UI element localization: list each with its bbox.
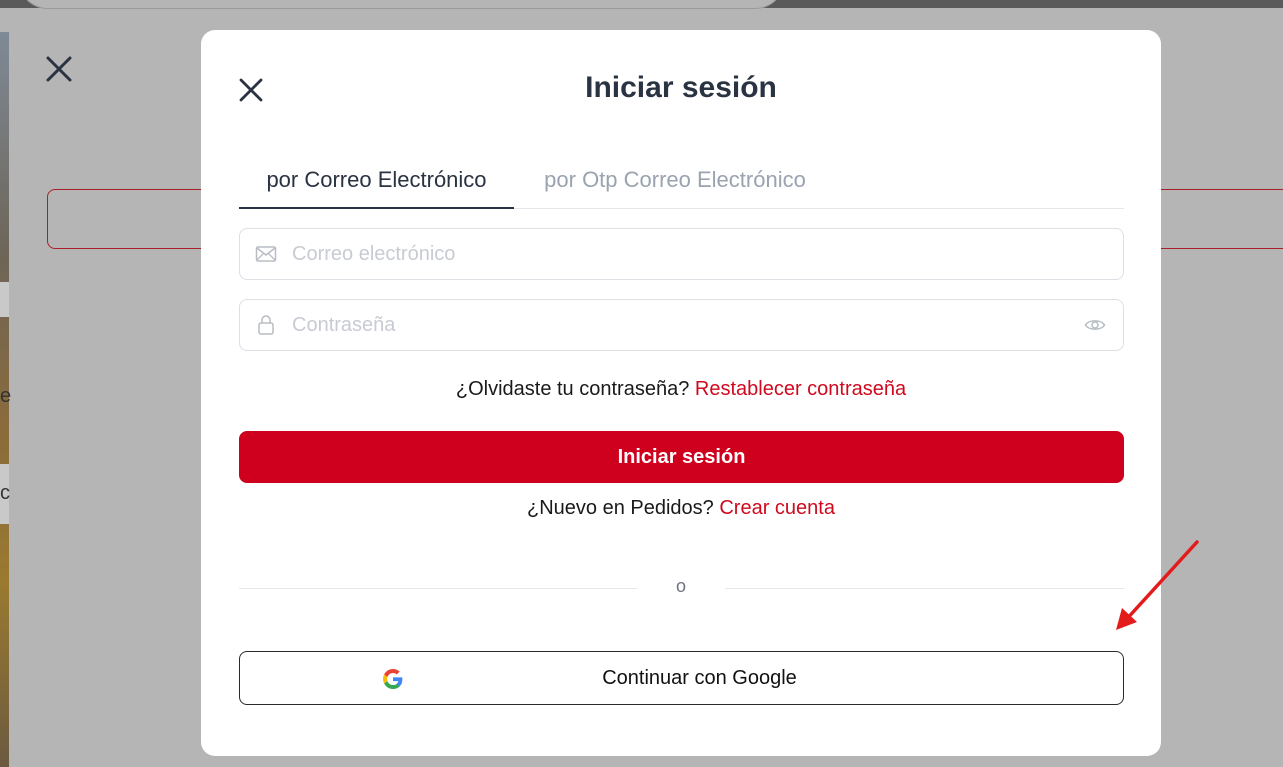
login-method-tabs: por Correo Electrónico por Otp Correo El…: [239, 152, 1124, 209]
tab-otp-email[interactable]: por Otp Correo Electrónico: [533, 152, 817, 208]
background-search-bar: [18, 0, 785, 9]
login-modal: Iniciar sesión por Correo Electrónico po…: [201, 30, 1161, 756]
close-icon[interactable]: [44, 54, 74, 84]
signup-text: ¿Nuevo en Pedidos?: [527, 497, 714, 519]
envelope-icon: [255, 243, 277, 265]
tab-email[interactable]: por Correo Electrónico: [239, 152, 514, 209]
password-field: [239, 299, 1124, 351]
forgot-password-text: ¿Olvidaste tu contraseña?: [455, 378, 690, 400]
google-button-label: Continuar con Google: [602, 667, 797, 689]
password-input[interactable]: [290, 304, 1083, 346]
email-input[interactable]: [290, 233, 1123, 275]
create-account-link[interactable]: Crear cuenta: [719, 497, 835, 519]
signup-row: ¿Nuevo en Pedidos? Crear cuenta: [201, 497, 1161, 520]
forgot-password-row: ¿Olvidaste tu contraseña? Restablecer co…: [201, 378, 1161, 401]
eye-icon[interactable]: [1083, 313, 1107, 337]
divider-line: [239, 588, 637, 589]
divider-text: o: [675, 576, 686, 596]
lock-icon: [255, 314, 277, 336]
login-button[interactable]: Iniciar sesión: [239, 431, 1124, 483]
google-signin-button[interactable]: Continuar con Google: [239, 651, 1124, 705]
annotation-arrow-icon: [1110, 538, 1205, 638]
background-edge-letter: c: [0, 482, 10, 504]
background-edge-letter: e: [0, 385, 12, 407]
divider-line: [725, 588, 1124, 589]
email-field: [239, 228, 1124, 280]
modal-title: Iniciar sesión: [585, 71, 777, 104]
reset-password-link[interactable]: Restablecer contraseña: [695, 378, 906, 400]
